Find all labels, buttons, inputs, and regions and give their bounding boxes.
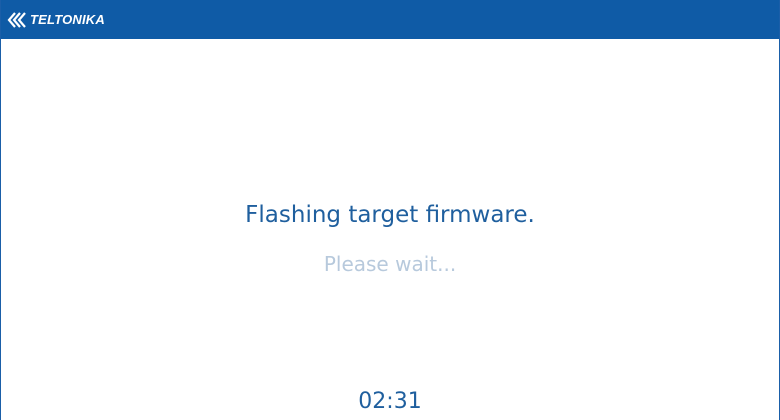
main-content: Flashing target firmware. Please wait...…: [1, 39, 779, 420]
teltonika-logo: TELTONIKA: [7, 11, 105, 28]
header-bar: TELTONIKA: [1, 0, 779, 39]
elapsed-timer: 02:31: [358, 389, 422, 414]
teltonika-chevrons-icon: [7, 11, 29, 28]
status-subtitle: Please wait...: [323, 252, 457, 276]
brand-name: TELTONIKA: [30, 12, 105, 27]
status-title: Flashing target firmware.: [245, 202, 535, 228]
app-window: TELTONIKA Flashing target firmware. Plea…: [0, 0, 780, 420]
